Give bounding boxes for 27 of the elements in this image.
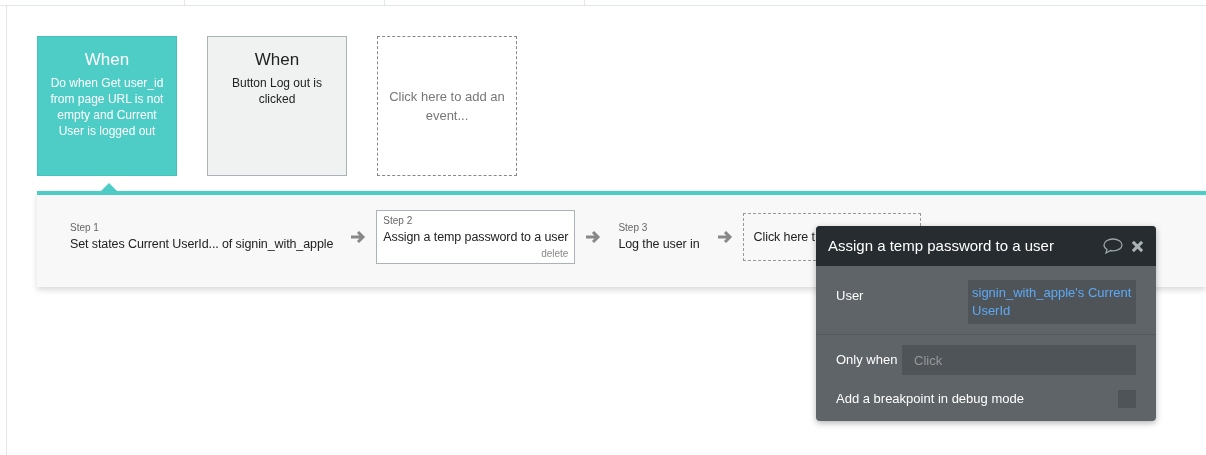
event-description: Button Log out is clicked — [230, 74, 324, 107]
condition-input[interactable]: Click — [902, 345, 1136, 375]
close-icon[interactable] — [1131, 239, 1144, 253]
event-title: When — [253, 49, 301, 71]
add-step-text: Click here t — [753, 228, 815, 246]
step-card[interactable]: Step 1 Set states Current UserId... of signin_with_apple — [63, 213, 341, 261]
event-card[interactable]: When Button Log out is clicked — [207, 36, 347, 176]
step-card[interactable]: Step 3 Log the user in — [611, 213, 707, 261]
comment-icon[interactable] — [1103, 238, 1123, 254]
step-label: Step 3 — [618, 221, 649, 236]
step-action: Log the user in — [618, 236, 700, 254]
arrow-icon — [716, 230, 733, 244]
step-action: Assign a temp password to a user — [383, 228, 569, 246]
popup-title: Assign a temp password to a user — [828, 235, 1054, 256]
step-label: Step 2 — [383, 213, 414, 228]
event-description: Do when Get user_id from page URL is not empty and Current User is logged out — [49, 74, 165, 139]
delete-link[interactable]: delete — [541, 246, 569, 262]
add-event-button[interactable]: Click here to add an event... — [377, 36, 517, 176]
field-label: Only when — [836, 351, 898, 370]
arrow-icon — [350, 230, 367, 244]
event-title: When — [83, 49, 131, 71]
arrow-icon — [585, 230, 602, 244]
step-label: Step 1 — [70, 221, 100, 236]
field-label: User — [836, 287, 864, 305]
step-card[interactable]: Step 2 Assign a temp password to a user delete — [376, 209, 576, 265]
step-action: Set states Current UserId... of signin_with_apple — [70, 236, 334, 254]
checkbox-label: Add a breakpoint in debug mode — [836, 390, 1024, 408]
